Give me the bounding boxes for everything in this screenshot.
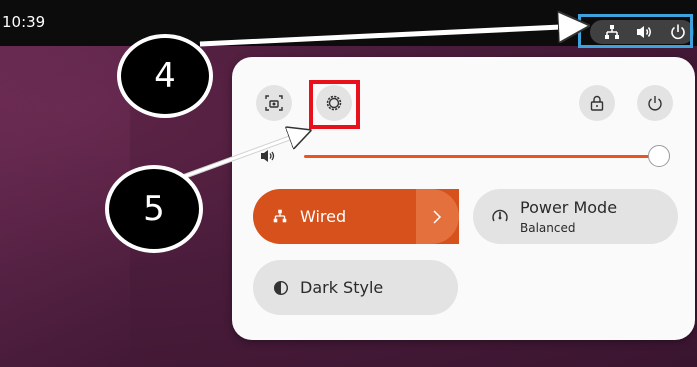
arrow-to-settings	[179, 132, 306, 180]
callout-4-label: 4	[154, 56, 176, 96]
callout-5-label: 5	[143, 189, 165, 229]
arrow-to-tray	[199, 26, 582, 46]
callout-4: 4	[117, 34, 213, 118]
callout-5: 5	[105, 165, 203, 253]
annotation-arrows	[179, 0, 697, 181]
